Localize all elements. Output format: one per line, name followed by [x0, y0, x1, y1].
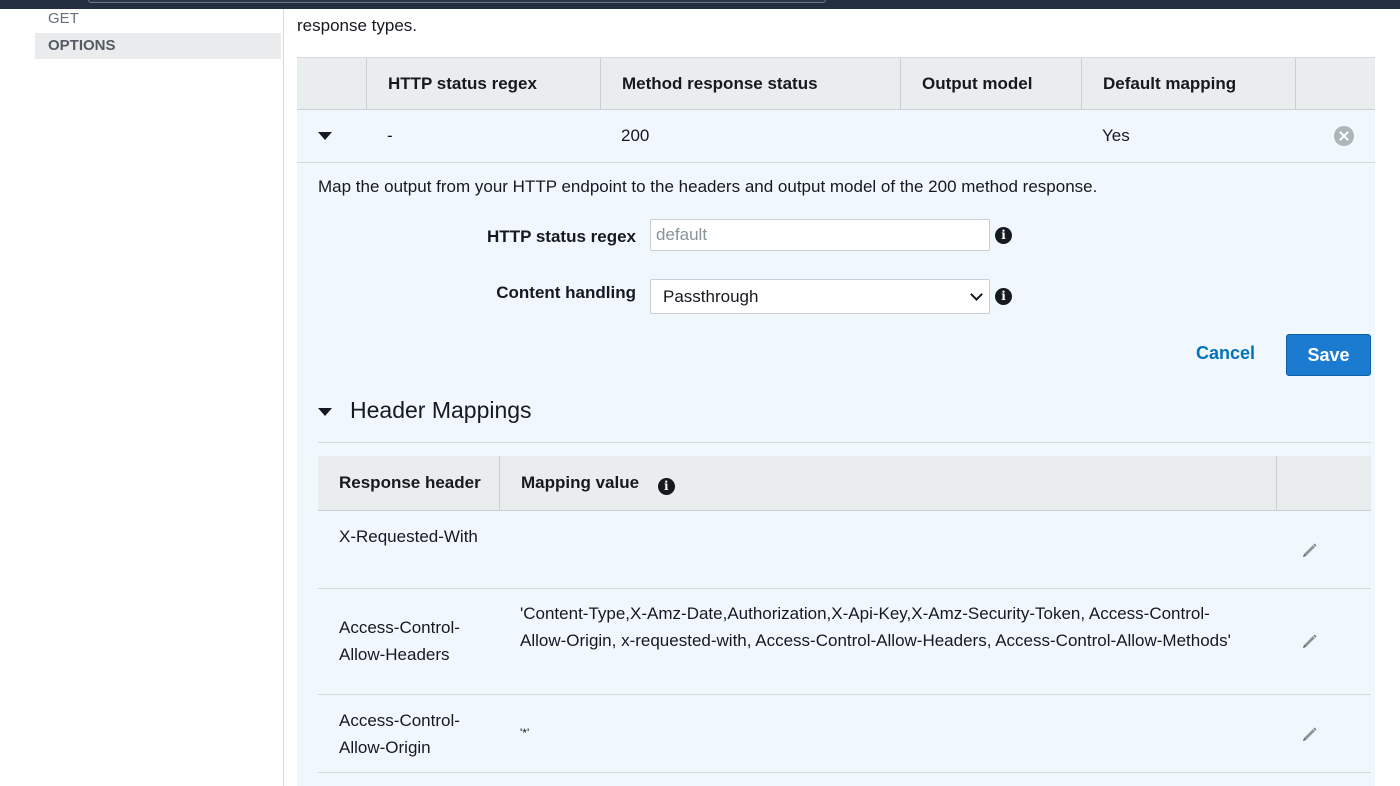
mapping-value: '*' [520, 726, 530, 740]
save-button[interactable]: Save [1286, 334, 1371, 376]
divider [318, 442, 1371, 443]
column-header-mapping-value: Mapping value i [499, 456, 1276, 510]
intro-text: response types. [297, 16, 418, 35]
table-row: - 200 Yes [297, 110, 1375, 163]
pencil-icon[interactable] [1301, 725, 1319, 743]
pencil-icon[interactable] [1301, 632, 1319, 650]
status-regex-input[interactable] [650, 219, 990, 251]
column-header-actions [1276, 456, 1371, 510]
content-handling-select[interactable]: Passthrough [650, 279, 990, 314]
mapping-value: 'Content-Type,X-Amz-Date,Authorization,X… [520, 604, 1231, 650]
content-handling-value: Passthrough [663, 287, 759, 306]
column-header-output-model: Output model [900, 58, 1081, 110]
info-icon[interactable]: i [995, 227, 1012, 244]
table-row: Access-Control-Allow-Origin '*' [318, 695, 1371, 773]
column-header-method-status: Method response status [600, 58, 900, 110]
top-search-box[interactable] [88, 0, 826, 3]
caret-down-icon[interactable] [318, 408, 332, 416]
table-row: X-Requested-With [318, 511, 1371, 589]
row-method-status: 200 [621, 126, 650, 145]
column-header-actions [1295, 58, 1375, 110]
sidebar: GET OPTIONS [0, 9, 284, 786]
chevron-down-icon [970, 288, 983, 301]
info-icon[interactable]: i [657, 478, 675, 495]
column-header-default-mapping: Default mapping [1081, 58, 1295, 110]
cancel-button[interactable]: Cancel [1196, 343, 1255, 364]
response-header-name: X-Requested-With [339, 527, 478, 546]
sidebar-item-get[interactable]: GET [35, 6, 281, 32]
column-header-response-header: Response header [339, 473, 481, 492]
content-handling-label: Content handling [496, 283, 636, 302]
header-mappings-title[interactable]: Header Mappings [350, 397, 532, 424]
remove-icon[interactable] [1334, 126, 1354, 146]
column-header-status-regex: HTTP status regex [366, 58, 600, 110]
status-regex-label: HTTP status regex [487, 227, 636, 246]
response-header-name: Access-Control-Allow-Origin [339, 711, 460, 757]
sidebar-item-options[interactable]: OPTIONS [35, 33, 281, 59]
row-status-regex: - [387, 126, 393, 145]
column-header-expand [297, 58, 366, 110]
header-mappings-table-header: Response header Mapping value i [318, 456, 1371, 511]
caret-down-icon[interactable] [318, 132, 332, 140]
info-icon[interactable]: i [995, 288, 1012, 305]
integration-response-panel: HTTP status regex Method response status… [297, 57, 1375, 786]
mapping-description: Map the output from your HTTP endpoint t… [318, 177, 1098, 196]
row-default-mapping: Yes [1102, 126, 1130, 145]
column-header-mapping-value-label: Mapping value [521, 473, 640, 492]
table-row: Access-Control-Allow-Headers 'Content-Ty… [318, 589, 1371, 695]
response-table-header: HTTP status regex Method response status… [297, 57, 1375, 110]
response-header-name: Access-Control-Allow-Headers [339, 618, 460, 664]
main-content: response types. HTTP status regex Method… [283, 9, 1400, 786]
pencil-icon[interactable] [1301, 541, 1319, 559]
